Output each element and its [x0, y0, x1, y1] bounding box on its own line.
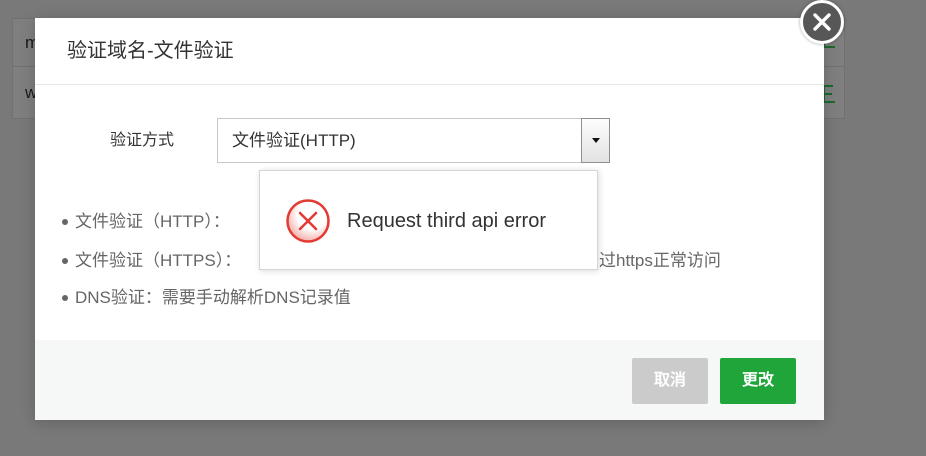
close-icon: [813, 13, 831, 31]
verify-method-select[interactable]: 文件验证(HTTP): [217, 118, 610, 163]
close-dialog-button[interactable]: [800, 0, 844, 44]
bullet-icon: [62, 258, 68, 264]
error-toast: Request third api error: [259, 170, 598, 270]
note-text: 文件验证（HTTP）：: [75, 212, 230, 231]
verify-method-selected-value: 文件验证(HTTP): [232, 131, 356, 150]
bullet-icon: [62, 295, 68, 301]
toast-message: Request third api error: [347, 210, 546, 232]
error-circle-icon: [286, 199, 330, 243]
note-text: 文件验证（HTTPS）：: [75, 251, 242, 270]
bullet-icon: [62, 219, 68, 225]
dialog-footer: 取消 更改: [35, 340, 824, 420]
caret-down-icon[interactable]: [581, 118, 610, 163]
note-trailing-text: 过https正常访问: [599, 251, 721, 270]
note-text: DNS验证：需要手动解析DNS记录值: [75, 288, 351, 307]
cancel-button[interactable]: 取消: [632, 358, 708, 404]
confirm-change-button[interactable]: 更改: [720, 358, 796, 404]
verify-method-label: 验证方式: [110, 132, 175, 149]
